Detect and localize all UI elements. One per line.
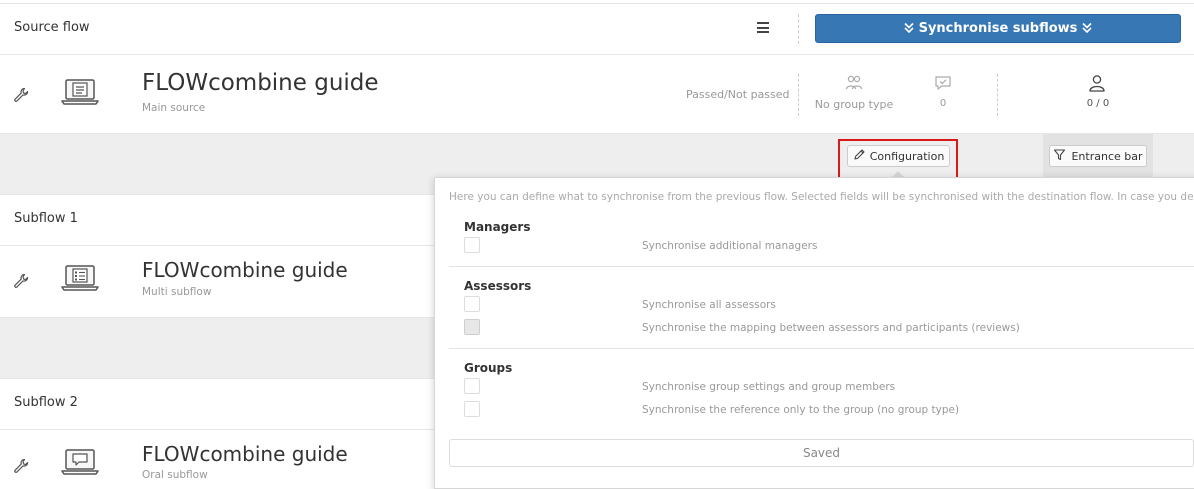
filter-icon [1053, 148, 1066, 164]
checkbox-sync-assessor-mapping[interactable] [464, 319, 480, 335]
menu-icon[interactable] [757, 22, 769, 33]
divider [449, 348, 1194, 349]
option-label: Synchronise group settings and group mem… [642, 381, 896, 393]
chevron-double-down-icon [903, 22, 915, 36]
wrench-icon[interactable] [12, 272, 30, 290]
subflow-title: FLOWcombine guide [142, 442, 348, 466]
wrench-icon[interactable] [12, 86, 30, 104]
subflow-subtitle: Multi subflow [142, 286, 212, 298]
entrance-bar-label: Entrance bar [1071, 149, 1143, 163]
option-label: Synchronise all assessors [642, 299, 776, 311]
result-type: Passed/Not passed [686, 88, 790, 101]
section-title-managers: Managers [464, 220, 531, 234]
divider [798, 74, 799, 116]
synchronise-subflows-label: Synchronise subflows [918, 21, 1078, 36]
entrance-bar-button[interactable]: Entrance bar [1049, 145, 1147, 167]
option-label: Synchronise the reference only to the gr… [642, 404, 960, 416]
laptop-document-icon [61, 78, 99, 110]
popover-intro: Here you can define what to synchronise … [449, 191, 1194, 203]
messages-count: 0 [939, 98, 947, 109]
checkbox-sync-managers[interactable] [464, 237, 480, 253]
checkbox-sync-group-settings[interactable] [464, 378, 480, 394]
subflow-header: Subflow 1 [14, 211, 78, 226]
chevron-double-down-icon [1081, 22, 1093, 36]
participants-count: 0 / 0 [1086, 98, 1110, 109]
laptop-chat-icon [61, 448, 99, 480]
divider [997, 74, 998, 116]
divider [449, 266, 1194, 267]
option-label: Synchronise the mapping between assessor… [642, 322, 1020, 334]
source-flow-title: FLOWcombine guide [142, 70, 379, 96]
checkbox-sync-group-reference[interactable] [464, 401, 480, 417]
group-type: No group type [814, 98, 894, 111]
source-flow-subtitle: Main source [142, 102, 206, 114]
divider [0, 54, 1194, 55]
subflow-title: FLOWcombine guide [142, 258, 348, 282]
user-icon[interactable] [1088, 74, 1106, 96]
source-flow-header: Source flow [14, 20, 90, 35]
saved-button[interactable]: Saved [449, 439, 1194, 467]
option-label: Synchronise additional managers [642, 240, 818, 252]
chat-check-icon[interactable] [934, 75, 952, 95]
section-title-groups: Groups [464, 361, 513, 375]
subflow-header: Subflow 2 [14, 395, 78, 410]
checkbox-sync-assessors[interactable] [464, 296, 480, 312]
laptop-list-icon [61, 264, 99, 296]
synchronise-subflows-button[interactable]: Synchronise subflows [815, 14, 1181, 43]
wrench-icon[interactable] [12, 457, 30, 475]
subflow-subtitle: Oral subflow [142, 469, 208, 481]
top-border [0, 3, 1194, 4]
section-title-assessors: Assessors [464, 279, 532, 293]
divider [798, 14, 799, 44]
group-icon [845, 75, 863, 95]
